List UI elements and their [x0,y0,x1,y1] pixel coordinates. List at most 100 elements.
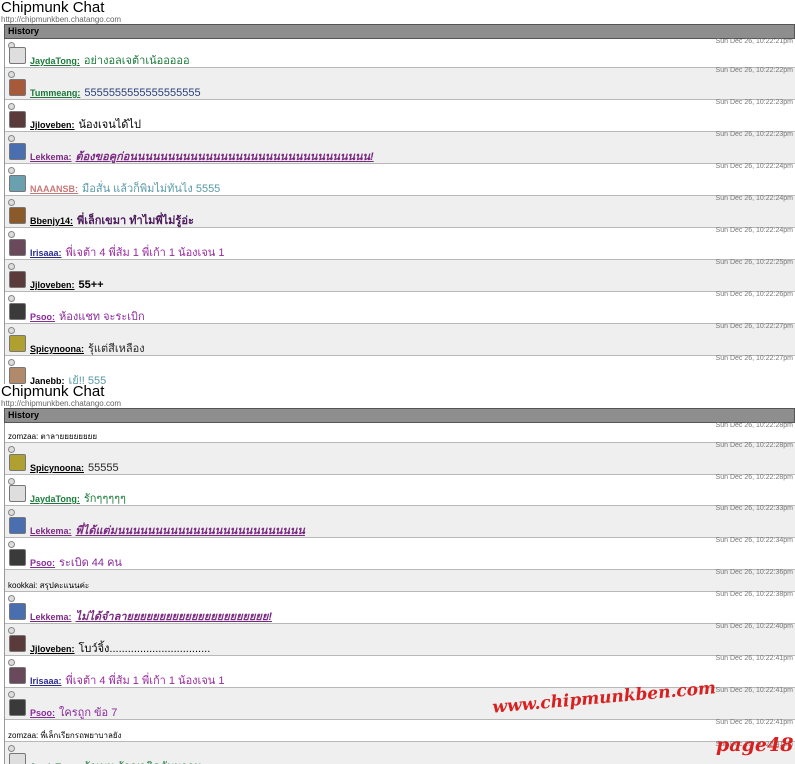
message-row: Sun Dec 26, 10:22:23pm Lekkema: ต้องขอคูก่… [5,131,795,165]
message-timestamp: Sun Dec 26, 10:22:40pm [715,623,793,630]
avatar[interactable] [9,667,26,684]
avatar[interactable] [9,111,26,128]
system-message: zomzaa: พี่เล็กเรียกรถพยาบาลยัง [8,731,122,740]
avatar[interactable] [9,367,26,384]
message-line: JaydaTong: รักๆๆๆๆๆ [30,487,126,507]
message-line: Psoo: ใครถูก ข้อ 7 [30,701,117,721]
message-text: พี่เจต้า 4 พี่ส้ม 1 พี่เก้า 1 น้องเจน 1 [65,675,225,687]
message-text: น้องเจนได้ไป [78,119,141,131]
username-link[interactable]: JaydaTong: [30,494,80,504]
avatar[interactable] [9,603,26,620]
message-text: เย้!! 555 [68,375,107,384]
message-line: Lekkema: ไม่ได้จำลายยยยยยยยยยยยยยยยยยยยยย… [30,605,272,625]
username-link[interactable]: JaydaTong: [30,56,80,66]
username-link[interactable]: NAAANSB: [30,184,78,194]
chat-title: Chipmunk Chat [0,384,795,400]
message-timestamp: Sun Dec 26, 10:22:41pm [715,687,793,694]
chat-url[interactable]: http://chipmunkben.chatango.com [0,16,795,24]
bullet-icon [8,478,15,485]
avatar[interactable] [9,549,26,566]
message-row: Sun Dec 26, 10:22:40pm Jjloveben: โบว์จิ้ง… [5,623,795,657]
username-link[interactable]: Lekkema: [30,152,72,162]
username-link[interactable]: Psoo: [30,312,55,322]
avatar[interactable] [9,79,26,96]
chat-panel-2: Chipmunk Chat http://chipmunkben.chatang… [0,384,795,764]
bullet-icon [8,199,15,206]
message-row: Sun Dec 26, 10:22:33pm Lekkema: พี่ได้แต่ม… [5,505,795,539]
bullet-icon [8,295,15,302]
username-link[interactable]: Janebb: [30,376,65,384]
message-timestamp: Sun Dec 26, 10:22:21pm [715,38,793,45]
message-text: ใครถูก ข้อ 7 [59,707,118,719]
message-list[interactable]: Sun Dec 26, 10:22:28pm zomzaa: ตาลายยยยยย… [4,422,795,764]
message-text: มือสั่น แล้วก็พิมไม่ทันไง 5555 [82,183,221,195]
message-line: Tummeang: 5555555555555555555 [30,81,201,100]
avatar[interactable] [9,454,26,471]
message-line: Psoo: ระเบิด 44 คน [30,551,122,571]
avatar[interactable] [9,143,26,160]
message-line: JaydaTong:รักเบน รักญาติคลับมากนะ [30,755,208,764]
avatar[interactable] [9,635,26,652]
username-link[interactable]: Lekkema: [30,612,72,622]
avatar[interactable] [9,517,26,534]
avatar[interactable] [9,485,26,502]
bullet-icon [8,446,15,453]
message-list[interactable]: Sun Dec 26, 10:22:21pm JaydaTong: อย่างอลเ… [4,38,795,384]
bullet-icon [8,691,15,698]
avatar[interactable] [9,207,26,224]
message-text: รุ้แต่สีเหลือง [88,343,145,355]
message-timestamp: Sun Dec 26, 10:22:24pm [715,163,793,170]
message-line: Janebb: เย้!! 555 [30,369,106,384]
message-line: Jjloveben: 55++ [30,273,104,292]
message-timestamp: Sun Dec 26, 10:22:27pm [715,355,793,362]
username-link[interactable]: Jjloveben: [30,644,75,654]
bullet-icon [8,135,15,142]
avatar[interactable] [9,175,26,192]
username-link[interactable]: Lekkema: [30,526,72,536]
message-row: Sun Dec 26, 10:22:24pm Bbenjy14: พี่เล็กเข… [5,195,795,229]
message-timestamp: Sun Dec 26, 10:22:23pm [715,99,793,106]
message-text: ไม่ได้จำลายยยยยยยยยยยยยยยยยยยยยย! [75,611,272,623]
avatar[interactable] [9,335,26,352]
message-row: Sun Dec 26, 10:22:38pm Lekkema: ไม่ได้จำลา… [5,591,795,625]
message-row: Sun Dec 26, 10:22:22pm Tummeang: 555555555… [5,67,795,100]
message-text: รักๆๆๆๆๆ [83,493,126,505]
bullet-icon [8,509,15,516]
bullet-icon [8,231,15,238]
message-timestamp: Sun Dec 26, 10:22:24pm [715,227,793,234]
avatar[interactable] [9,303,26,320]
message-timestamp: Sun Dec 26, 10:22:36pm [715,569,793,576]
username-link[interactable]: Jjloveben: [30,120,75,130]
message-line: Jjloveben: โบว์จิ้ง......................… [30,637,210,657]
chat-url[interactable]: http://chipmunkben.chatango.com [0,400,795,408]
message-line: Lekkema: ต้องขอคูก่อนนนนนนนนนนนนนนนนนนนนน… [30,145,374,165]
message-line: Lekkema: พี่ได้แต่มนนนนนนนนนนนนนนนนนนนนนน… [30,519,305,539]
avatar[interactable] [9,753,26,764]
avatar[interactable] [9,271,26,288]
message-row: Sun Dec 26, 10:22:24pm Irisaaa: พี่เจต้า 4… [5,227,795,260]
message-row: Sun Dec 26, 10:22:41pm zomzaa: พี่เล็กเรี… [5,719,795,742]
message-timestamp: Sun Dec 26, 10:22:28pm [715,442,793,449]
message-text: ระเบิด 44 คน [59,557,122,569]
bullet-icon [8,627,15,634]
username-link[interactable]: Bbenjy14: [30,216,73,226]
username-link[interactable]: Spicynoona: [30,463,84,473]
message-line: Jjloveben: น้องเจนได้ไป [30,113,141,133]
avatar[interactable] [9,47,26,64]
message-text: พี่เล็กเขมา ทำไมพี่ไม่รู้อ่ะ [77,215,194,227]
message-row: Sun Dec 26, 10:22:36pm kookkai: สรุปคะแนน… [5,569,795,592]
username-link[interactable]: Psoo: [30,708,55,718]
avatar[interactable] [9,239,26,256]
username-link[interactable]: Irisaaa: [30,248,62,258]
username-link[interactable]: Psoo: [30,558,55,568]
avatar[interactable] [9,699,26,716]
username-link[interactable]: Spicynoona: [30,344,84,354]
username-link[interactable]: Tummeang: [30,88,80,98]
username-link[interactable]: Irisaaa: [30,676,62,686]
message-text: 5555555555555555555 [84,87,201,99]
message-line: Psoo: ห้องแชท จะระเบิก [30,305,145,325]
username-link[interactable]: Jjloveben: [30,280,75,290]
message-line: Bbenjy14: พี่เล็กเขมา ทำไมพี่ไม่รู้อ่ะ [30,209,194,229]
message-timestamp: Sun Dec 26, 10:22:27pm [715,323,793,330]
message-line: Spicynoona: รุ้แต่สีเหลือง [30,337,145,357]
